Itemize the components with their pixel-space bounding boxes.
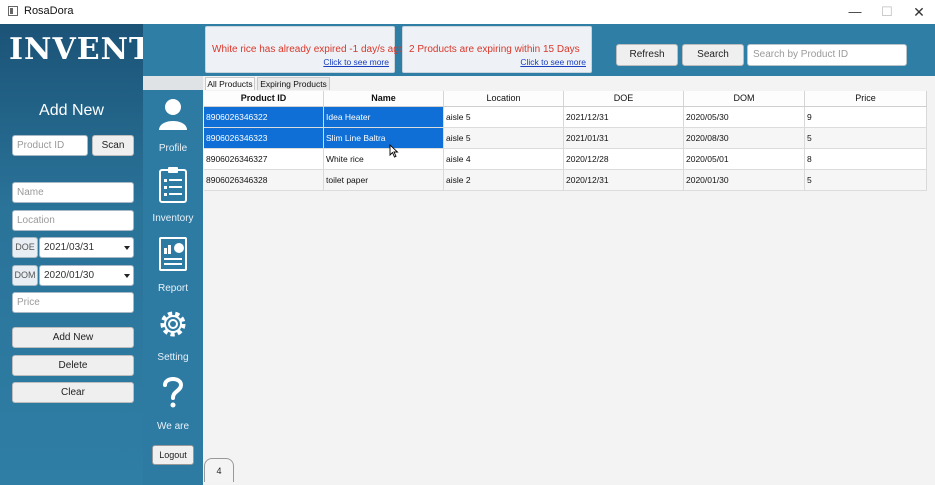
table-cell[interactable]: Slim Line Baltra — [324, 128, 444, 148]
title-bar: RosaDora — ☐ ✕ — [0, 0, 935, 25]
tab-expiring-products[interactable]: Expiring Products — [257, 77, 330, 90]
search-input[interactable]: Search by Product ID — [747, 44, 907, 66]
dropdown-arrow-icon[interactable] — [124, 246, 130, 250]
product-id-field[interactable]: Product ID — [12, 135, 88, 156]
dom-date-picker[interactable]: 2020/01/30 — [39, 265, 134, 286]
column-header-name[interactable]: Name — [324, 91, 444, 106]
table-cell[interactable]: 2020/12/28 — [564, 149, 684, 169]
nav-item-we-are[interactable]: We are — [143, 368, 203, 436]
column-header-product-id[interactable]: Product ID — [204, 91, 324, 106]
dropdown-arrow-icon[interactable] — [124, 274, 130, 278]
table-cell[interactable]: Idea Heater — [324, 107, 444, 127]
dom-tag: DOM — [12, 265, 38, 286]
clear-button[interactable]: Clear — [12, 382, 134, 403]
table-row[interactable]: 8906026346323 Slim Line Baltra aisle 5 2… — [204, 128, 927, 149]
table-cell[interactable]: 8906026346328 — [204, 170, 324, 190]
add-new-panel: INVENTORY Add New Product ID Scan Name L… — [0, 24, 226, 485]
table-cell[interactable]: 2020/01/30 — [684, 170, 805, 190]
column-header-price[interactable]: Price — [805, 91, 927, 106]
question-icon — [163, 377, 184, 408]
table-cell[interactable]: 2020/08/30 — [684, 128, 805, 148]
doe-date-picker[interactable]: 2021/03/31 — [39, 237, 134, 258]
main-content: All Products Expiring Products Product I… — [203, 76, 935, 485]
table-cell[interactable]: 2020/12/31 — [564, 170, 684, 190]
expiring-alert-message: 2 Products are expiring within 15 Days — [409, 44, 580, 55]
maximize-button[interactable]: ☐ — [870, 0, 904, 24]
top-toolbar: White rice has already expired -1 day/s … — [143, 24, 935, 76]
minimize-button[interactable]: — — [838, 0, 872, 24]
table-cell[interactable]: 8906026346322 — [204, 107, 324, 127]
app-window-icon — [8, 6, 18, 16]
expired-alert-link[interactable]: Click to see more — [323, 57, 389, 67]
logout-button[interactable]: Logout — [152, 445, 194, 465]
nav-item-inventory[interactable]: Inventory — [143, 160, 203, 228]
nav-tab-strip — [143, 76, 203, 90]
expiring-alert-link[interactable]: Click to see more — [520, 57, 586, 67]
doe-value: 2021/03/31 — [44, 242, 95, 253]
nav-label-report: Report — [157, 283, 188, 294]
nav-item-profile[interactable]: Profile — [143, 90, 203, 158]
table-cell[interactable]: aisle 2 — [444, 170, 564, 190]
table-cell[interactable]: 5 — [805, 170, 927, 190]
dom-value: 2020/01/30 — [44, 270, 95, 281]
gear-icon — [160, 311, 186, 337]
nav-label-inventory: Inventory — [152, 213, 194, 224]
scan-button[interactable]: Scan — [92, 135, 134, 156]
price-field[interactable]: Price — [12, 292, 134, 313]
doe-tag: DOE — [12, 237, 38, 258]
add-new-heading: Add New — [39, 102, 104, 119]
mouse-cursor-icon — [389, 144, 399, 158]
table-cell[interactable]: 9 — [805, 107, 927, 127]
profile-icon — [159, 99, 187, 130]
expired-alert: White rice has already expired -1 day/s … — [205, 26, 404, 73]
expiring-alert: 2 Products are expiring within 15 Days C… — [402, 26, 592, 73]
window-title: RosaDora — [24, 5, 74, 17]
location-field[interactable]: Location — [12, 210, 134, 231]
page-indicator[interactable]: 4 — [204, 458, 234, 482]
nav-rail: Profile Inventory Report Setting We are … — [143, 76, 203, 485]
table-cell[interactable]: 8906026346323 — [204, 128, 324, 148]
inventory-icon — [159, 167, 187, 203]
table-cell[interactable]: White rice — [324, 149, 444, 169]
refresh-button[interactable]: Refresh — [616, 44, 678, 66]
table-cell[interactable]: 5 — [805, 128, 927, 148]
table-cell[interactable]: aisle 5 — [444, 128, 564, 148]
table-cell[interactable]: 2021/12/31 — [564, 107, 684, 127]
table-cell[interactable]: 2020/05/01 — [684, 149, 805, 169]
report-icon — [159, 237, 187, 271]
close-button[interactable]: ✕ — [902, 0, 935, 24]
table-row[interactable]: 8906026346327 White rice aisle 4 2020/12… — [204, 149, 927, 170]
nav-item-report[interactable]: Report — [143, 230, 203, 298]
table-header: Product ID Name Location DOE DOM Price — [204, 91, 927, 107]
table-cell[interactable]: 8906026346327 — [204, 149, 324, 169]
column-header-location[interactable]: Location — [444, 91, 564, 106]
table-row[interactable]: 8906026346322 Idea Heater aisle 5 2021/1… — [204, 107, 927, 128]
table-cell[interactable]: 2021/01/31 — [564, 128, 684, 148]
nav-item-setting[interactable]: Setting — [143, 299, 203, 367]
column-header-doe[interactable]: DOE — [564, 91, 684, 106]
nav-label-profile: Profile — [158, 143, 188, 154]
search-button[interactable]: Search — [682, 44, 744, 66]
table-cell[interactable]: aisle 5 — [444, 107, 564, 127]
expired-alert-message: White rice has already expired -1 day/s … — [212, 44, 405, 55]
name-field[interactable]: Name — [12, 182, 134, 203]
product-tabs: All Products Expiring Products — [203, 76, 935, 90]
table-cell[interactable]: 2020/05/30 — [684, 107, 805, 127]
tab-all-products[interactable]: All Products — [205, 77, 255, 90]
delete-button[interactable]: Delete — [12, 355, 134, 376]
table-cell[interactable]: toilet paper — [324, 170, 444, 190]
column-header-dom[interactable]: DOM — [684, 91, 805, 106]
nav-label-we-are: We are — [156, 421, 190, 432]
table-row[interactable]: 8906026346328 toilet paper aisle 2 2020/… — [204, 170, 927, 191]
add-new-button[interactable]: Add New — [12, 327, 134, 348]
table-cell[interactable]: aisle 4 — [444, 149, 564, 169]
table-cell[interactable]: 8 — [805, 149, 927, 169]
nav-label-setting: Setting — [157, 352, 189, 363]
